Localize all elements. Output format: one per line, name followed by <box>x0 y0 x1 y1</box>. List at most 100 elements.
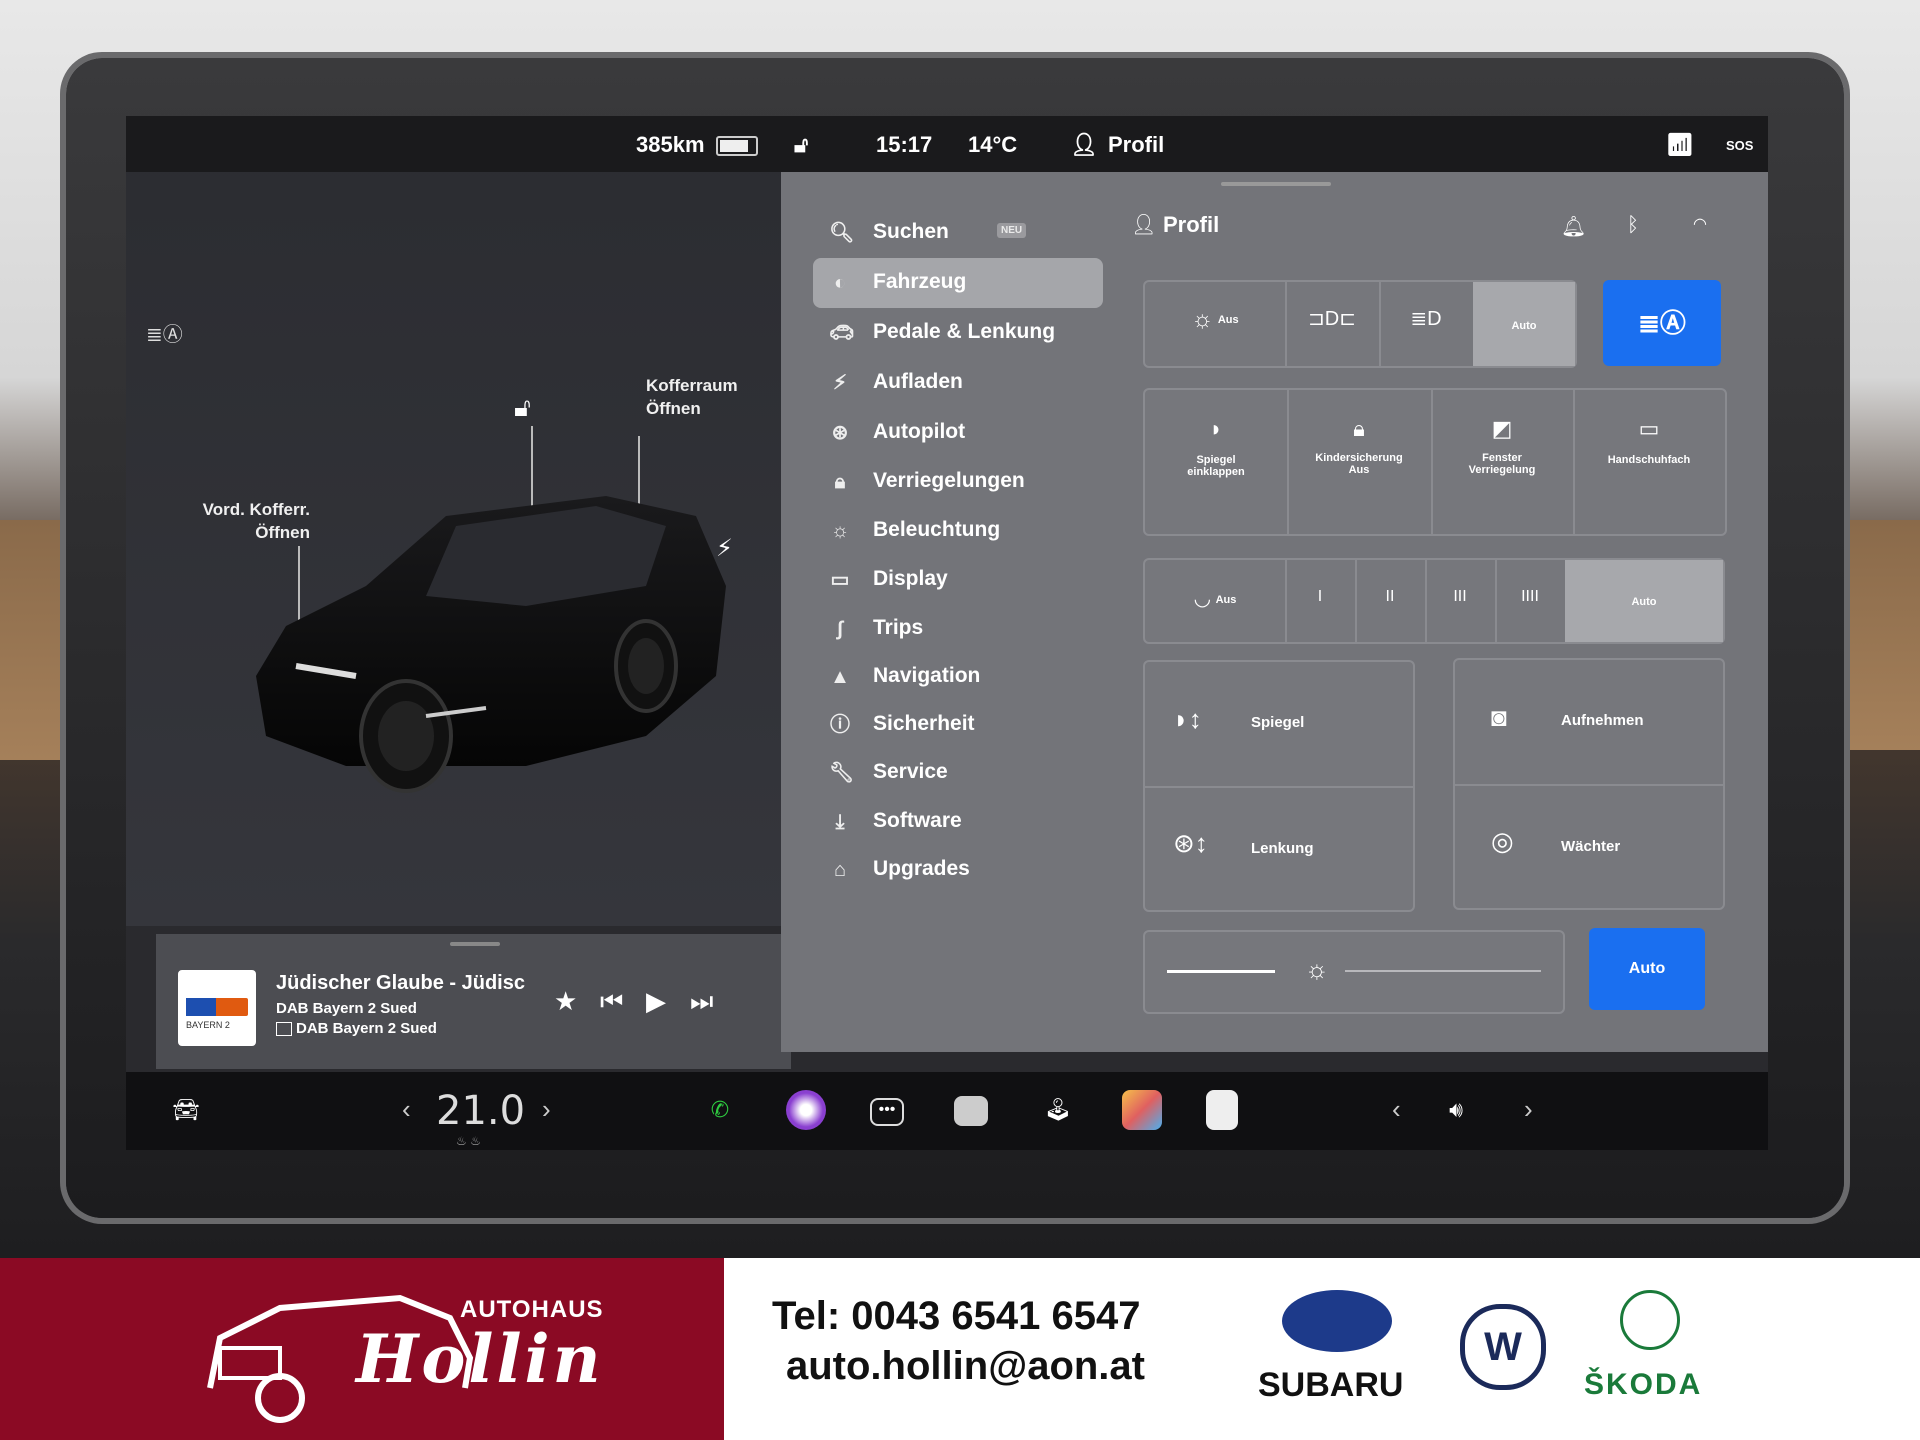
menu-item-label: Upgrades <box>873 857 970 880</box>
headlight-off-button[interactable]: ☼ Aus <box>1145 282 1287 366</box>
menu-item-software[interactable]: ⤓ Software <box>813 797 1103 847</box>
search-icon: 🔍︎ <box>829 222 855 244</box>
menu-item-display[interactable]: ▭ Display <box>813 555 1103 605</box>
wiper-speed-4-button[interactable]: IIII <box>1495 560 1567 642</box>
auto-headlight-icon[interactable]: ≣Ⓐ <box>146 318 183 347</box>
sos-icon[interactable]: SOS <box>1726 138 1753 153</box>
menu-item-label: Verriegelungen <box>873 469 1025 492</box>
email-address[interactable]: auto.hollin@aon.at <box>786 1344 1145 1389</box>
trunk-open-label[interactable]: Kofferraum Öffnen <box>646 374 738 420</box>
calendar-icon[interactable] <box>954 1096 988 1126</box>
bluetooth-icon[interactable]: ᛒ <box>1627 214 1639 237</box>
previous-track-icon[interactable]: ⏮︎ <box>600 986 623 1018</box>
temp-down-chevron-icon[interactable]: ‹ <box>402 1094 411 1125</box>
menu-item-trips[interactable]: ∫ Trips <box>813 604 1103 654</box>
brightness-sun-icon[interactable]: ☼ <box>1305 954 1329 985</box>
menu-item-verriegelungen[interactable]: 🔒︎ Verriegelungen <box>813 457 1103 507</box>
wiper-off-label: Aus <box>1215 594 1237 606</box>
headlight-auto-button[interactable]: Auto <box>1473 282 1575 366</box>
range-display: 385km <box>636 132 705 157</box>
car-icon[interactable]: 🚘︎ <box>166 1090 206 1130</box>
brightness-slider-track <box>1345 970 1541 972</box>
display-icon: ▭ <box>830 569 850 591</box>
record-tile[interactable]: ◙ Aufnehmen <box>1455 660 1723 786</box>
auto-high-beam-button[interactable]: ≣Ⓐ <box>1603 280 1721 366</box>
play-icon[interactable]: ▶︎ <box>646 986 666 1017</box>
wiper-speed-3-button[interactable]: III <box>1425 560 1497 642</box>
profile-title[interactable]: Profil <box>1163 212 1219 238</box>
lock-status-icon[interactable]: 🔓︎ <box>794 132 808 158</box>
toybox-icon[interactable] <box>1122 1090 1162 1130</box>
menu-item-navigation[interactable]: ▲ Navigation <box>813 652 1103 702</box>
menu-item-service[interactable]: 🔧︎ Service <box>813 748 1103 798</box>
unlock-icon[interactable]: 🔓︎ <box>514 392 531 424</box>
parking-lights-button[interactable]: ⊐D⊏ <box>1285 282 1381 366</box>
menu-item-autopilot[interactable]: ⊛ Autopilot <box>813 408 1103 458</box>
menu-item-beleuchtung[interactable]: ☼ Beleuchtung <box>813 506 1103 556</box>
sentry-tile[interactable]: ◎ Wächter <box>1455 786 1723 908</box>
headlight-off-label: Aus <box>1217 314 1239 326</box>
volume-up-chevron-icon[interactable]: › <box>1524 1094 1533 1125</box>
child-lock-button[interactable]: 🔒︎ Kindersicherung Aus <box>1287 390 1433 534</box>
wiper-speed-2-button[interactable]: II <box>1355 560 1427 642</box>
menu-item-label: Trips <box>873 616 924 639</box>
more-apps-icon[interactable]: ••• <box>870 1098 904 1126</box>
mirror-adjust-tile[interactable]: ◗↕ Spiegel <box>1145 662 1413 788</box>
menu-item-fahrzeug[interactable]: ◐ Fahrzeug <box>813 258 1103 308</box>
low-beam-button[interactable]: ≣D <box>1379 282 1475 366</box>
car-view-area: ≣Ⓐ Vord. Kofferr. Öffnen Kofferraum Öffn… <box>126 116 791 1069</box>
volume-icon[interactable]: 🔊︎ <box>1436 1090 1476 1130</box>
search-menu-item[interactable]: 🔍︎ Suchen NEU <box>813 208 1103 258</box>
window-lock-label-1: Fenster <box>1482 452 1522 464</box>
phone-icon[interactable]: ✆ <box>700 1090 740 1130</box>
hollin-brand: Hollin <box>356 1320 604 1398</box>
trunk-label-line1: Kofferraum <box>646 376 738 395</box>
wiper-speed-1-button[interactable]: I <box>1285 560 1357 642</box>
volume-down-chevron-icon[interactable]: ‹ <box>1392 1094 1401 1125</box>
media-player[interactable]: BAYERN 2 Jüdischer Glaube - Jüdisc DAB B… <box>156 934 791 1069</box>
glovebox-label: Handschuhfach <box>1607 454 1691 466</box>
brightness-auto-button[interactable]: Auto <box>1589 928 1705 1010</box>
wiper-auto-button[interactable]: Auto <box>1565 560 1723 642</box>
skoda-label: ŠKODA <box>1584 1368 1703 1401</box>
window-lock-button[interactable]: ◩ Fenster Verriegelung <box>1431 390 1575 534</box>
wiper-off-button[interactable]: ◡ Aus <box>1145 560 1287 642</box>
fold-mirrors-button[interactable]: ◗ Spiegel einklappen <box>1145 390 1289 534</box>
status-bar: 385km 🔓︎ 15:17 14°C 👤︎ Profil 📶︎ SOS <box>126 116 1768 172</box>
menu-item-sicherheit[interactable]: ⓘ Sicherheit <box>813 700 1103 750</box>
bell-icon[interactable]: 🔔︎ <box>1561 214 1586 239</box>
menu-item-pedale-lenkung[interactable]: 🚗︎ Pedale & Lenkung <box>813 308 1103 358</box>
wifi-icon: 📶︎ <box>1666 132 1694 157</box>
bag-icon: ⌂ <box>833 859 847 881</box>
steering-adjust-tile[interactable]: ⊛↕ Lenkung <box>1145 788 1413 910</box>
favorite-star-icon[interactable]: ★ <box>554 986 577 1017</box>
menu-item-upgrades[interactable]: ⌂ Upgrades <box>813 845 1103 895</box>
touchscreen: ≣Ⓐ Vord. Kofferr. Öffnen Kofferraum Öffn… <box>126 116 1768 1150</box>
menu-item-aufladen[interactable]: ⚡︎ Aufladen <box>813 358 1103 408</box>
wiper-speed-1-label: I <box>1317 588 1323 605</box>
brightness-slider-fill <box>1167 970 1275 973</box>
profile-button[interactable]: Profil <box>1108 132 1164 158</box>
profile-icon[interactable]: 👤︎ <box>1070 132 1098 158</box>
seat-heater-icons[interactable]: ♨ ♨ <box>456 1134 481 1148</box>
next-track-icon[interactable]: ⏭︎ <box>690 986 713 1018</box>
notes-icon[interactable] <box>1206 1090 1238 1130</box>
panel-drag-handle[interactable] <box>1221 182 1331 186</box>
car-model-image <box>256 496 726 793</box>
brightness-slider[interactable]: ☼ <box>1143 930 1565 1014</box>
wifi-icon[interactable]: ◠ <box>1693 214 1707 234</box>
wiper-speed-3-label: III <box>1453 588 1467 605</box>
camera-app-icon[interactable] <box>786 1090 826 1130</box>
search-label: Suchen <box>873 220 949 243</box>
cabin-temperature[interactable]: 21.0 <box>436 1088 525 1134</box>
joystick-games-icon[interactable]: 🕹︎ <box>1038 1090 1078 1130</box>
fold-mirrors-label-1: Spiegel <box>1196 454 1236 466</box>
menu-item-label: Display <box>873 567 948 590</box>
media-drag-handle[interactable] <box>450 942 500 946</box>
sun-icon: ☼ <box>1191 306 1214 333</box>
dealer-contact-area: Tel: 0043 6541 6547 auto.hollin@aon.at S… <box>724 1258 1920 1440</box>
temp-up-chevron-icon[interactable]: › <box>542 1094 551 1125</box>
glovebox-button[interactable]: ▭ Handschuhfach <box>1573 390 1725 534</box>
phone-number[interactable]: Tel: 0043 6541 6547 <box>772 1294 1140 1339</box>
adjust-tiles-group: ◗↕ Spiegel ⊛↕ Lenkung <box>1143 660 1415 912</box>
